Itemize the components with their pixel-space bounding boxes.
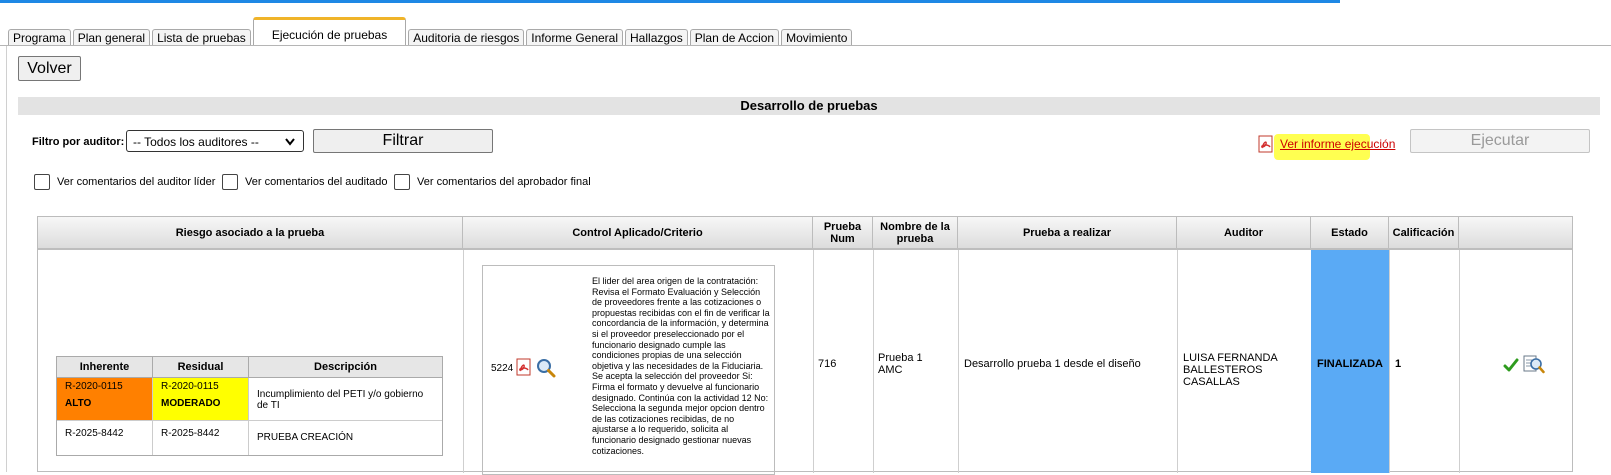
tab-bar: Programa Plan general Lista de pruebas E… [8,17,854,46]
tab-lista-de-pruebas[interactable]: Lista de pruebas [152,29,251,46]
checkbox-box[interactable] [394,174,410,190]
inherente-alto-cell: R-2020-0115 ALTO [57,378,153,421]
tab-programa[interactable]: Programa [8,29,71,46]
col-divider [1389,250,1390,473]
checkbox-label: Ver comentarios del aprobador final [417,176,591,188]
auditor-select-value: -- Todos los auditores -- [133,135,259,149]
chevron-down-icon [284,131,296,161]
col-calificacion: Calificación [1389,217,1459,248]
col-divider [873,250,874,473]
magnifier-icon[interactable] [536,358,556,381]
descripcion-cell-2: PRUEBA CREACIÓN [257,432,354,443]
auditor-name: LUISA FERNANDA BALLESTEROS CASALLAS [1183,352,1278,388]
filter-label: Filtro por auditor: [32,136,125,148]
col-estado: Estado [1311,217,1389,248]
pdf-icon[interactable] [1258,135,1274,158]
tab-hallazgos[interactable]: Hallazgos [625,29,688,46]
residual-code: R-2020-0115 [161,381,219,392]
tab-movimiento[interactable]: Movimiento [781,29,853,46]
col-divider [958,250,959,473]
pdf-icon[interactable] [516,358,533,379]
col-auditor: Auditor [1177,217,1311,248]
descripcion-cell: Incumplimiento del PETI y/o gobierno de … [249,378,442,421]
checkbox-box[interactable] [222,174,238,190]
filtrar-button[interactable]: Filtrar [313,129,493,153]
risk-header-descripcion: Descripción [249,357,442,378]
checkbox-comentarios-auditado[interactable]: Ver comentarios del auditado [222,174,387,190]
control-cell: 5224 El lider del area origen de la cont… [463,250,813,475]
riesgo-cell: Inherente Residual Descripción R-2020-01… [38,250,463,473]
ver-informe-link[interactable]: Ver informe ejecución [1280,137,1395,151]
residual-moderado-cell: R-2020-0115 MODERADO [153,378,249,421]
tab-auditoria-de-riesgos[interactable]: Auditoria de riesgos [408,29,525,46]
estado-value: FINALIZADA [1317,358,1383,370]
col-riesgo: Riesgo asociado a la prueba [38,217,463,248]
checkbox-comentarios-aprobador-final[interactable]: Ver comentarios del aprobador final [394,174,591,190]
view-detail-icon[interactable] [1523,354,1545,379]
section-title: Desarrollo de pruebas [18,97,1600,115]
risk-header-residual: Residual [153,357,249,378]
auditor-select[interactable]: -- Todos los auditores -- [126,130,304,152]
tab-divider [0,45,1611,46]
risk-table: Inherente Residual Descripción R-2020-01… [56,356,443,456]
tab-ejecucion-de-pruebas[interactable]: Ejecución de pruebas [252,17,407,46]
inherente-code-2: R-2025-8442 [57,421,153,455]
control-box: 5224 El lider del area origen de la cont… [482,265,775,475]
col-nombre-prueba: Nombre de la prueba [873,217,958,248]
checkbox-comentarios-auditor-lider[interactable]: Ver comentarios del auditor líder [34,174,215,190]
tab-plan-general[interactable]: Plan general [72,29,151,46]
risk-header-inherente: Inherente [57,357,153,378]
prueba-num: 716 [818,358,837,370]
checkbox-label: Ver comentarios del auditado [245,176,388,188]
tab-plan-de-accion[interactable]: Plan de Accion [689,29,780,46]
top-accent-bar [0,0,1340,3]
tab-informe-general[interactable]: Informe General [526,29,624,46]
col-acciones [1459,217,1572,248]
volver-button[interactable]: Volver [18,56,81,81]
col-prueba-num: Prueba Num [813,217,873,248]
checkbox-box[interactable] [34,174,50,190]
control-text: El lider del area origen de la contratac… [592,276,770,456]
checkbox-label: Ver comentarios del auditor líder [57,176,216,188]
ejecutar-button[interactable]: Ejecutar [1410,129,1590,153]
col-divider [1459,250,1460,473]
prueba-a-realizar: Desarrollo prueba 1 desde el diseño [964,358,1141,370]
checkmark-icon[interactable] [1503,357,1519,378]
col-divider [813,250,814,473]
panel-border [0,46,7,472]
control-id: 5224 [491,363,514,374]
table-header: Riesgo asociado a la prueba Control Apli… [38,217,1572,250]
col-divider [1177,250,1178,473]
nombre-prueba: Prueba 1 AMC [878,352,923,376]
col-prueba-realizar: Prueba a realizar [958,217,1177,248]
inherente-code: R-2020-0115 [65,381,123,392]
pruebas-table: Riesgo asociado a la prueba Control Apli… [37,216,1573,475]
calificacion-value: 1 [1395,358,1402,370]
col-control: Control Aplicado/Criterio [463,217,813,248]
inherente-level: ALTO [65,398,92,409]
residual-code-2: R-2025-8442 [153,421,249,455]
residual-level: MODERADO [161,398,221,409]
